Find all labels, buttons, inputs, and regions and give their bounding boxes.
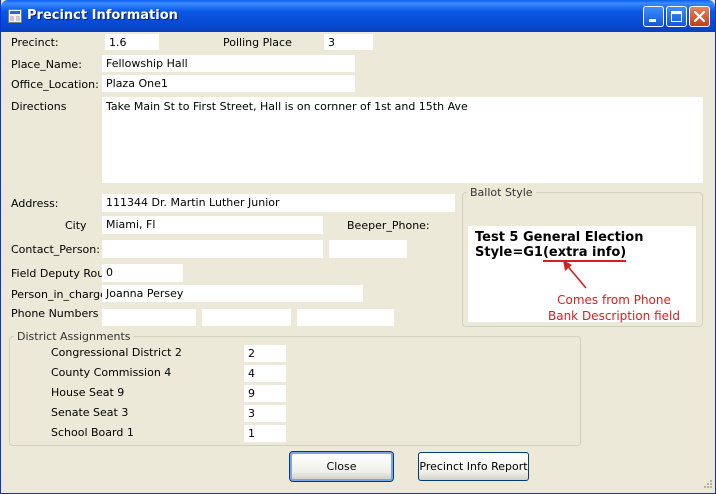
directions-label: Directions [11, 100, 67, 113]
maximize-button[interactable] [666, 6, 687, 27]
ballot-style-line-1: Test 5 General Election [475, 230, 644, 245]
person-in-charge-label: Person_in_charge: [11, 288, 111, 301]
ballot-style-group-title: Ballot Style [467, 186, 536, 199]
address-field[interactable]: 111344 Dr. Martin Luther Junior [102, 194, 455, 212]
city-label: City [65, 219, 87, 232]
field-deputy-route-field[interactable]: 0 [102, 264, 183, 282]
precinct-info-report-button[interactable]: Precinct Info Report [418, 452, 529, 481]
precinct-information-window: Precinct Information Precinct: 1.6 Polli… [0, 0, 716, 494]
app-icon [8, 9, 22, 23]
city-field[interactable]: Miami, Fl [102, 216, 323, 234]
ballot-style-code: Style=G1 [475, 245, 543, 260]
place-name-label: Place_Name: [11, 58, 82, 71]
contact-person-field[interactable] [102, 240, 323, 258]
district-label: Congressional District 2 [51, 346, 182, 359]
phone-number-field-2[interactable] [202, 309, 291, 326]
close-icon [693, 10, 706, 23]
contact-person-label: Contact_Person: [11, 243, 100, 256]
minimize-button[interactable] [643, 6, 664, 27]
title-bar[interactable]: Precinct Information [1, 0, 715, 32]
polling-place-field[interactable]: 3 [324, 34, 373, 50]
address-label: Address: [11, 197, 59, 210]
polling-place-label: Polling Place [223, 36, 292, 49]
person-in-charge-field[interactable]: Joanna Persey [102, 285, 363, 302]
district-value-field[interactable]: 1 [244, 425, 286, 442]
district-label: School Board 1 [51, 426, 134, 439]
annotation-note-line-1: Comes from Phone [557, 293, 671, 307]
minimize-icon [649, 19, 656, 22]
place-name-field[interactable]: Fellowship Hall [102, 55, 355, 72]
phone-numbers-label: Phone Numbers [11, 307, 99, 320]
annotation-note-line-2: Bank Description field [547, 309, 680, 323]
annotation-arrow-icon [563, 260, 587, 289]
office-location-label: Office_Location: [11, 78, 99, 91]
district-value-field[interactable]: 3 [244, 405, 286, 422]
window-title: Precinct Information [27, 8, 178, 23]
office-location-field[interactable]: Plaza One1 [102, 75, 355, 92]
district-label: County Commission 4 [51, 366, 172, 379]
district-label: House Seat 9 [51, 386, 125, 399]
directions-field[interactable]: Take Main St to First Street, Hall is on… [102, 97, 703, 183]
phone-number-field-1[interactable] [102, 309, 196, 326]
resize-grip-icon[interactable] [701, 479, 713, 491]
ballot-style-line-2: Style=G1(extra info) [475, 245, 627, 262]
district-value-field[interactable]: 2 [244, 345, 286, 362]
beeper-phone-label: Beeper_Phone: [347, 219, 430, 232]
precinct-field[interactable]: 1.6 [105, 34, 159, 50]
beeper-phone-field[interactable] [329, 240, 407, 258]
close-button[interactable]: Close [289, 451, 394, 482]
district-value-field[interactable]: 9 [244, 385, 286, 402]
close-window-button[interactable] [689, 6, 710, 27]
maximize-icon [671, 11, 682, 22]
district-value-field[interactable]: 4 [244, 365, 286, 382]
district-label: Senate Seat 3 [51, 406, 129, 419]
phone-number-field-3[interactable] [297, 309, 394, 326]
district-assignments-group-title: District Assignments [14, 330, 134, 343]
precinct-label: Precinct: [11, 36, 59, 49]
